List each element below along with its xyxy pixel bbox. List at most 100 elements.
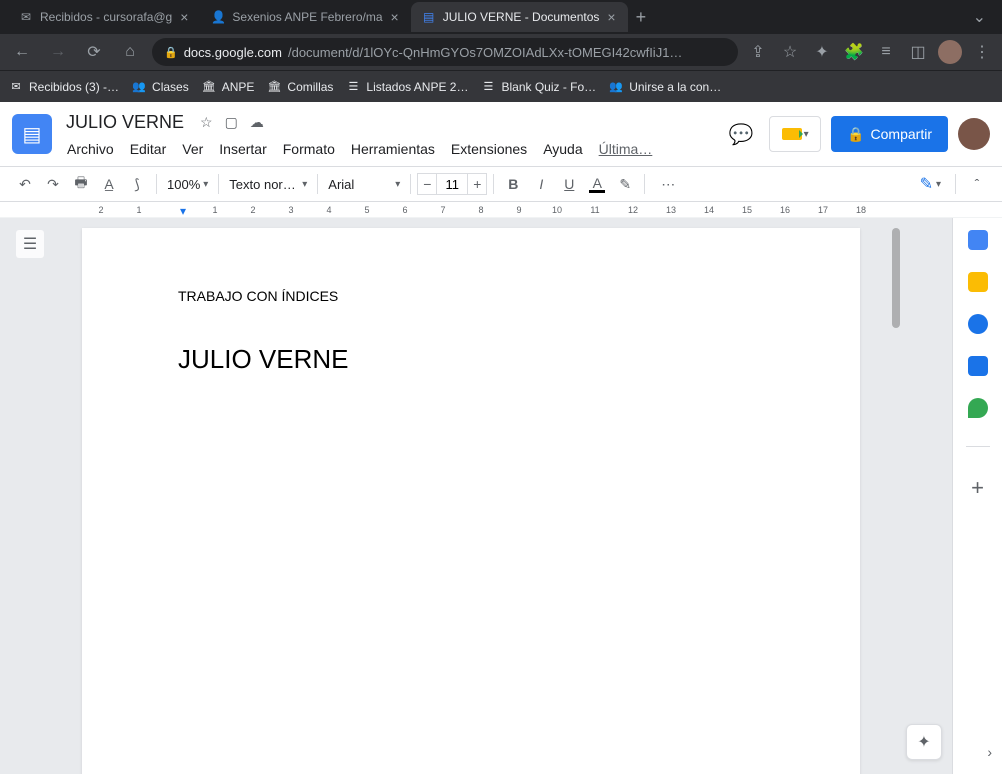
home-button[interactable]: ⌂ (116, 38, 144, 66)
share-icon[interactable]: ⇪ (746, 40, 770, 64)
highlight-color-button[interactable]: ✎ (612, 171, 638, 197)
text-color-button[interactable]: A (584, 171, 610, 197)
zoom-select[interactable]: 100%▾ (163, 171, 212, 197)
paint-format-button[interactable]: ⟆ (124, 171, 150, 197)
indent-marker-icon[interactable]: ▾ (180, 204, 186, 218)
horizontal-ruler[interactable]: ▾ 2 1 1 2 3 4 5 6 7 8 9 10 11 12 13 14 1… (0, 202, 1002, 218)
teams-icon: 👥 (608, 79, 624, 95)
star-icon[interactable]: ☆ (778, 40, 802, 64)
cloud-save-icon[interactable]: ☁ (248, 112, 266, 133)
bookmark-label: Listados ANPE 2… (366, 80, 468, 94)
document-scroll-area[interactable]: TRABAJO CON ÍNDICES JULIO VERNE (60, 218, 952, 774)
docs-home-button[interactable]: ▤ (12, 114, 52, 154)
comments-button[interactable]: 💬 (723, 116, 759, 152)
docs-icon: ▤ (421, 9, 437, 25)
browser-toolbar: ← → ⟳ ⌂ 🔒 docs.google.com/document/d/1lO… (0, 34, 1002, 70)
contacts-icon[interactable] (968, 356, 988, 376)
ruler-tick: 6 (386, 205, 424, 215)
menu-ver[interactable]: Ver (175, 137, 210, 161)
tabs-dropdown-icon[interactable]: ⌄ (965, 7, 994, 27)
paragraph-style-select[interactable]: Texto norm…▾ (225, 171, 311, 197)
bookmark-item[interactable]: 🏛ANPE (201, 79, 255, 95)
keep-icon[interactable] (968, 272, 988, 292)
browser-tab-active[interactable]: ▤ JULIO VERNE - Documentos × (411, 2, 628, 32)
reader-icon[interactable]: ≡ (874, 40, 898, 64)
last-edit-link[interactable]: Última… (592, 137, 660, 161)
star-icon[interactable]: ☆ (198, 112, 215, 133)
org-icon: 🏛 (201, 79, 217, 95)
tab-title: Recibidos - cursorafa@g (40, 10, 172, 24)
increase-font-button[interactable]: + (467, 173, 487, 195)
bookmark-item[interactable]: 👥 Unirse a la con… (608, 79, 721, 95)
browser-tab[interactable]: ✉ Recibidos - cursorafa@g × (8, 2, 200, 32)
menu-herramientas[interactable]: Herramientas (344, 137, 442, 161)
reload-button[interactable]: ⟳ (80, 38, 108, 66)
close-icon[interactable]: × (605, 9, 617, 25)
bookmark-item[interactable]: 👥Clases (131, 79, 189, 95)
font-size-input[interactable] (437, 173, 467, 195)
menu-extensiones[interactable]: Extensiones (444, 137, 534, 161)
calendar-icon[interactable] (968, 230, 988, 250)
move-folder-icon[interactable]: ▢ (223, 112, 240, 133)
undo-button[interactable]: ↶ (12, 171, 38, 197)
new-tab-button[interactable]: + (628, 7, 655, 28)
collapse-sidepanel-button[interactable]: › (987, 744, 992, 760)
bold-button[interactable]: B (500, 171, 526, 197)
explore-button[interactable]: ✦ (906, 724, 942, 760)
document-title[interactable]: JULIO VERNE (60, 110, 190, 135)
scrollbar-thumb[interactable] (892, 228, 900, 328)
outline-toggle-button[interactable]: ☰ (16, 230, 44, 258)
account-avatar[interactable] (958, 118, 990, 150)
kebab-menu-icon[interactable]: ⋮ (970, 40, 994, 64)
bookmark-label: Unirse a la con… (629, 80, 721, 94)
pencil-icon: ✎ (920, 174, 933, 194)
ruler-tick: 3 (272, 205, 310, 215)
extensions-icon[interactable]: 🧩 (842, 40, 866, 64)
menu-insertar[interactable]: Insertar (212, 137, 273, 161)
ruler-tick: 14 (690, 205, 728, 215)
bookmark-item[interactable]: ☰Listados ANPE 2… (345, 79, 468, 95)
print-button[interactable]: 🖶 (68, 171, 94, 197)
ruler-tick: 7 (424, 205, 462, 215)
mail-icon: ✉ (8, 79, 24, 95)
ruler-tick: 12 (614, 205, 652, 215)
meet-button[interactable]: ▾ (769, 116, 821, 152)
font-select[interactable]: Arial▾ (324, 171, 404, 197)
profile-avatar[interactable] (938, 40, 962, 64)
chevron-down-icon: ▾ (936, 179, 941, 190)
ruler-tick: 1 (196, 205, 234, 215)
bookmark-item[interactable]: ☰Blank Quiz - Fo… (480, 79, 596, 95)
more-tools-button[interactable]: ⋯ (655, 171, 681, 197)
extension-icon[interactable]: ✦ (810, 40, 834, 64)
document-heading[interactable]: JULIO VERNE (178, 344, 764, 375)
maps-icon[interactable] (968, 398, 988, 418)
chevron-down-icon: ▾ (302, 179, 307, 190)
menu-archivo[interactable]: Archivo (60, 137, 121, 161)
document-page[interactable]: TRABAJO CON ÍNDICES JULIO VERNE (82, 228, 860, 774)
underline-button[interactable]: U (556, 171, 582, 197)
share-button[interactable]: 🔒 Compartir (831, 116, 948, 152)
bookmark-item[interactable]: 🏛Comillas (266, 79, 333, 95)
collapse-toolbar-button[interactable]: ˆ (964, 171, 990, 197)
bookmark-label: Recibidos (3) -… (29, 80, 119, 94)
browser-tab[interactable]: 👤 Sexenios ANPE Febrero/ma × (200, 2, 410, 32)
spellcheck-button[interactable]: A̲ (96, 171, 122, 197)
back-button[interactable]: ← (8, 38, 36, 66)
menu-editar[interactable]: Editar (123, 137, 174, 161)
editing-mode-button[interactable]: ✎▾ (914, 174, 947, 194)
close-icon[interactable]: × (389, 9, 401, 25)
decrease-font-button[interactable]: − (417, 173, 437, 195)
tasks-icon[interactable] (968, 314, 988, 334)
close-icon[interactable]: × (178, 9, 190, 25)
bookmark-item[interactable]: ✉ Recibidos (3) -… (8, 79, 119, 95)
address-bar[interactable]: 🔒 docs.google.com/document/d/1lOYc-QnHmG… (152, 38, 738, 66)
menu-formato[interactable]: Formato (276, 137, 342, 161)
document-text[interactable]: TRABAJO CON ÍNDICES (178, 288, 764, 304)
ruler-tick: 10 (538, 205, 576, 215)
italic-button[interactable]: I (528, 171, 554, 197)
sidepanel-icon[interactable]: ◫ (906, 40, 930, 64)
add-addon-button[interactable]: + (971, 475, 984, 501)
menu-ayuda[interactable]: Ayuda (536, 137, 589, 161)
redo-button[interactable]: ↷ (40, 171, 66, 197)
zoom-value: 100% (167, 177, 200, 192)
